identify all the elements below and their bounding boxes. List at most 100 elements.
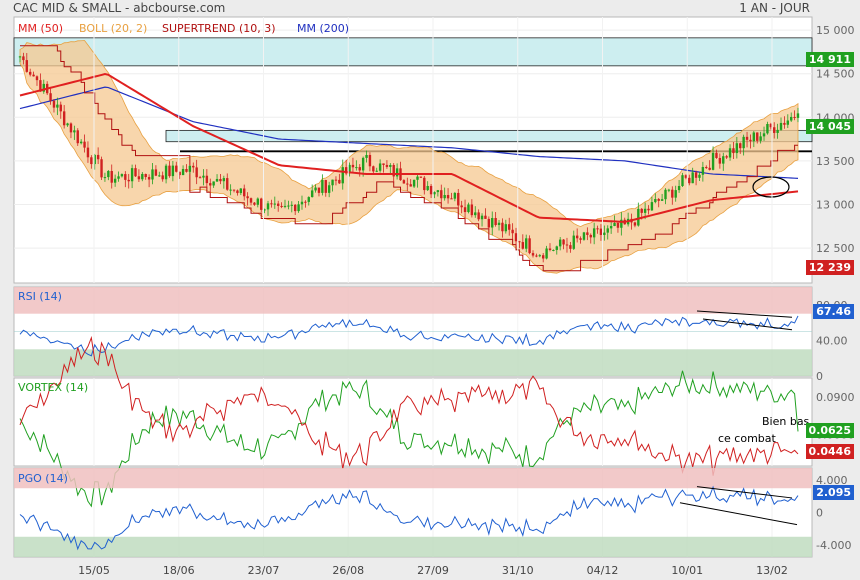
candle-body [518, 241, 521, 243]
candle-body [205, 175, 209, 184]
candle-body [355, 167, 358, 169]
candle-body [555, 246, 558, 250]
candle-body [290, 204, 293, 206]
candle-body [378, 163, 382, 171]
price-high-badge: 14 911 [805, 52, 854, 67]
candle-body [56, 104, 59, 108]
candle-body [715, 152, 718, 158]
candle-body [664, 189, 667, 200]
candle-body [711, 152, 715, 170]
candle-body [443, 195, 446, 199]
candle-body [579, 238, 582, 240]
candle-body [52, 100, 56, 108]
candle-body [195, 167, 198, 178]
rsi-oversold-zone [14, 349, 812, 376]
candle-body [463, 207, 467, 213]
candle-body [796, 113, 800, 118]
candle-body [548, 248, 552, 250]
candle-body [324, 180, 327, 193]
candle-body [32, 74, 35, 77]
candle-body [429, 185, 433, 195]
candle-body [59, 104, 62, 112]
candle-body [73, 130, 76, 133]
candle-body [728, 148, 732, 158]
x-tick-label: 18/06 [163, 564, 195, 577]
legend-mm200: MM (200) [297, 22, 350, 35]
pgo-label: PGO (14) [18, 472, 68, 485]
candle-body [327, 185, 331, 193]
pgo-upper-zone [14, 468, 812, 489]
period-selector[interactable]: 1 AN - JOUR [739, 1, 810, 17]
candle-body [406, 183, 409, 185]
candle-body [667, 189, 671, 191]
candle-body [762, 133, 766, 137]
candle-body [103, 177, 107, 179]
candle-body [368, 154, 372, 167]
candle-body [25, 60, 28, 72]
candle-body [229, 189, 232, 191]
candle-body [270, 203, 273, 205]
candle-body [79, 141, 83, 144]
candle-body [732, 148, 735, 154]
candle-body [497, 222, 501, 226]
chart-title: CAC MID & SMALL - abcbourse.com [13, 1, 226, 15]
candle-body [124, 174, 127, 180]
candle-body [494, 218, 497, 226]
candle-body [361, 157, 365, 171]
candle-body [606, 228, 609, 233]
candle-body [317, 187, 321, 193]
candle-body [694, 172, 698, 178]
candle-body [633, 222, 637, 226]
candle-body [783, 122, 786, 125]
candle-body [130, 168, 134, 182]
candle-body [681, 175, 684, 186]
candle-body [280, 205, 283, 207]
candle-body [552, 249, 555, 251]
candle-body [674, 190, 677, 198]
candle-body [592, 228, 596, 238]
candle-body [287, 205, 290, 207]
candle-body [535, 255, 538, 257]
legend-supertrend: SUPERTREND (10, 3) [162, 22, 276, 35]
candle-body [562, 239, 565, 245]
candle-body [117, 176, 120, 179]
candle-body [62, 111, 66, 126]
legend-boll: BOLL (20, 2) [79, 22, 148, 35]
candle-body [698, 174, 701, 178]
x-tick-label: 27/09 [417, 564, 449, 577]
candle-body [283, 205, 287, 207]
candle-body [164, 165, 168, 180]
pgo-value-badge: 2.095 [813, 485, 854, 500]
candle-body [545, 248, 548, 259]
candle-body [565, 244, 569, 246]
candle-body [412, 179, 416, 187]
price-tick-label: 12 500 [816, 242, 855, 255]
candle-body [226, 178, 229, 190]
candle-body [209, 183, 212, 186]
price-tick-label: 13 000 [816, 199, 855, 212]
candle-body [375, 170, 378, 172]
candle-body [249, 198, 253, 203]
candle-body [613, 222, 616, 227]
candle-body [277, 203, 280, 206]
candle-body [161, 175, 164, 180]
candle-body [151, 169, 154, 180]
candle-body [637, 208, 640, 226]
candle-body [541, 255, 545, 259]
candle-body [158, 175, 161, 177]
candle-body [236, 190, 239, 194]
candle-body [107, 171, 110, 178]
candle-body [260, 198, 263, 210]
candle-body [575, 235, 579, 239]
candle-body [525, 238, 528, 249]
x-tick-label: 15/05 [78, 564, 110, 577]
price-tick-label: 15 000 [816, 24, 855, 37]
candle-body [256, 198, 260, 205]
candle-body [725, 156, 728, 158]
candle-body [572, 235, 575, 249]
price-tick-label: 14 500 [816, 68, 855, 81]
candle-body [528, 238, 531, 254]
candle-body [531, 253, 535, 256]
candle-body [202, 175, 205, 178]
candle-body [569, 245, 572, 249]
